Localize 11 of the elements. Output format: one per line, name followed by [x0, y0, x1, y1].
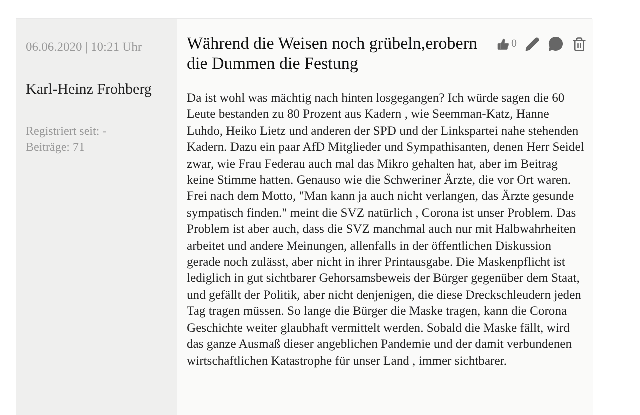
trash-icon[interactable] [572, 36, 587, 52]
author-name: Karl-Heinz Frohberg [26, 80, 153, 100]
pencil-icon[interactable] [525, 36, 540, 52]
registered-label: Registriert seit: - [26, 123, 108, 140]
post-body: Da ist wohl was mächtig nach hinten losgegangen? Ich würde sagen die 60 Leute bestanden zu 80 Prozent aus Kadern , wie Seemman-Katz, Hanne Luhdo, Heiko Lietz und anderen der SPD und der Linkspartei nahe stehenden Kadern. Dazu ein paar AfD Mitglieder und Sympathisanten, denen Herr Seidel zwar, wie Frau Federau auch mal das Mikro gehalten hat, aber im Beitrag keine Stimme hatten. Genauso wie die Schweriner Ärzte, die vor Ort waren. Frei nach dem Motto, "Man kann ja auch nicht verlangen, das Ärzte gesunde sympatisch finden." meint die SVZ natürlich , Corona ist unser Problem. Das Problem ist aber auch, dass die SVZ manchmal auch nur mit Halbwahrheiten arbeitet und andere Meinungen, allenfalls in der öffentlichen Diskussion gerade noch zulässt, aber nicht in ihrer Printausgabe. Die Maskenpflicht ist lediglich in gut sichtbarer Gehorsamsbeweis der Bürger gegenüber dem Staat, und gefällt der Politik, aber nicht denjenigen, die diese Dreckschleudern jeden Tag tragen müssen. So lange die Bürger die Maske tragen, kann die Corona Geschichte weiter glaubhaft vermittelt werden. Sobald die Maske fällt, wird das ganze Ausmaß dieser angeblichen Pandemie und der damit verbundenen wirtschaftlichen Katastrophe für unser Land , immer sichtbarer. [187, 90, 586, 369]
thumbs-up-icon [496, 38, 510, 51]
speech-bubble-icon[interactable] [548, 36, 564, 52]
post-title: Während die Weisen noch grübeln,erobern die Dummen die Festung [187, 34, 479, 74]
post-date: 06.06.2020 | 10:21 Uhr [26, 39, 144, 56]
like-button[interactable]: 0 [496, 36, 517, 52]
post-count: Beiträge: 71 [26, 139, 86, 156]
